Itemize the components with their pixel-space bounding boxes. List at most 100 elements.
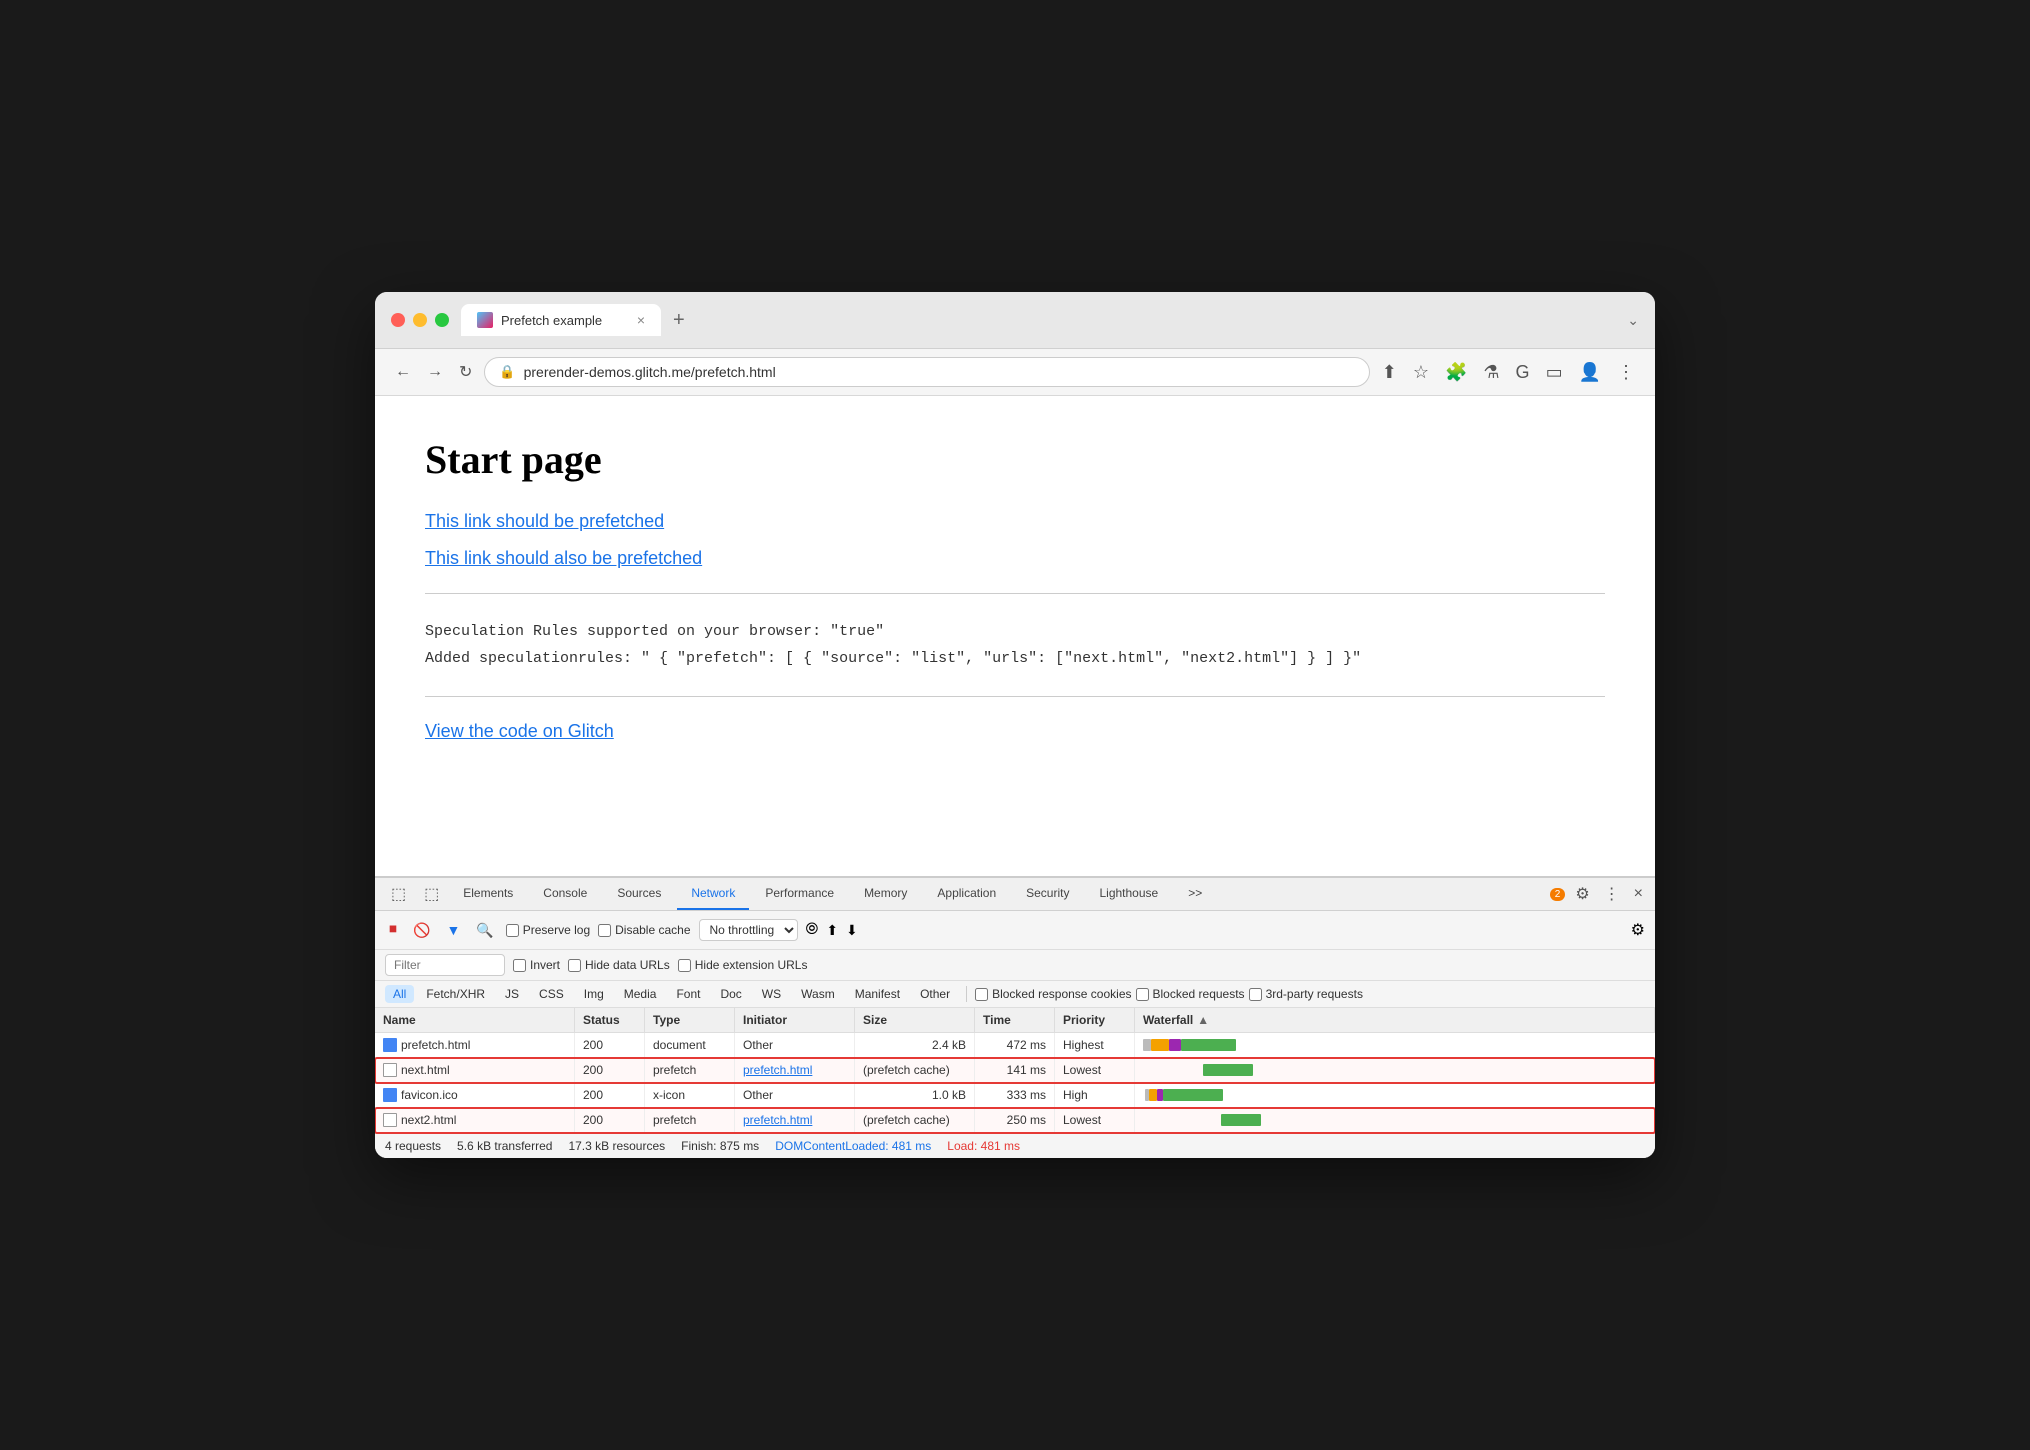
devtools-inspect-icon[interactable]: ⬚ bbox=[383, 878, 414, 910]
filter-type-wasm[interactable]: Wasm bbox=[793, 985, 843, 1003]
waterfall-bars bbox=[1143, 1114, 1263, 1126]
search-button[interactable]: 🔍 bbox=[472, 918, 497, 943]
tab-lighthouse[interactable]: Lighthouse bbox=[1085, 878, 1172, 910]
import-down-icon[interactable]: ⬇ bbox=[846, 922, 858, 939]
view-code-link[interactable]: View the code on Glitch bbox=[425, 721, 1605, 742]
sidebar-icon[interactable]: ▭ bbox=[1542, 358, 1567, 387]
tab-memory[interactable]: Memory bbox=[850, 878, 921, 910]
col-status[interactable]: Status bbox=[575, 1008, 645, 1032]
filter-type-js[interactable]: JS bbox=[497, 985, 527, 1003]
row-initiator-cell[interactable]: prefetch.html bbox=[735, 1058, 855, 1082]
blocked-requests-checkbox[interactable]: Blocked requests bbox=[1136, 987, 1245, 1001]
tab-more[interactable]: >> bbox=[1174, 878, 1216, 910]
refresh-button[interactable]: ↻ bbox=[455, 358, 476, 386]
table-row[interactable]: next2.html 200 prefetch prefetch.html (p… bbox=[375, 1108, 1655, 1133]
wf-segment bbox=[1203, 1064, 1253, 1076]
tab-close-icon[interactable]: × bbox=[637, 312, 645, 328]
filter-type-media[interactable]: Media bbox=[616, 985, 665, 1003]
tab-sources[interactable]: Sources bbox=[603, 878, 675, 910]
devtools-settings-icon[interactable]: ⚙ bbox=[1571, 880, 1593, 908]
row-initiator-cell[interactable]: prefetch.html bbox=[735, 1108, 855, 1132]
url-bar[interactable]: 🔒 prerender-demos.glitch.me/prefetch.htm… bbox=[484, 357, 1369, 387]
col-type[interactable]: Type bbox=[645, 1008, 735, 1032]
col-name[interactable]: Name bbox=[375, 1008, 575, 1032]
col-waterfall[interactable]: Waterfall ▲ bbox=[1135, 1008, 1655, 1032]
blocked-cookies-checkbox[interactable]: Blocked response cookies bbox=[975, 987, 1131, 1001]
lab-icon[interactable]: ⚗ bbox=[1479, 358, 1503, 387]
hide-data-urls-checkbox[interactable]: Hide data URLs bbox=[568, 958, 670, 972]
close-button[interactable] bbox=[391, 313, 405, 327]
tab-security[interactable]: Security bbox=[1012, 878, 1083, 910]
col-size[interactable]: Size bbox=[855, 1008, 975, 1032]
tab-console[interactable]: Console bbox=[529, 878, 601, 910]
row-initiator-cell: Other bbox=[735, 1083, 855, 1107]
extensions-icon[interactable]: 🧩 bbox=[1441, 358, 1471, 387]
google-icon[interactable]: G bbox=[1512, 358, 1534, 387]
title-bar: Prefetch example × + ⌄ bbox=[375, 292, 1655, 349]
browser-menu-icon[interactable]: ⋮ bbox=[1613, 358, 1639, 387]
col-priority[interactable]: Priority bbox=[1055, 1008, 1135, 1032]
tab-network[interactable]: Network bbox=[677, 878, 749, 910]
prefetch-link-2[interactable]: This link should also be prefetched bbox=[425, 548, 1605, 569]
third-party-checkbox[interactable]: 3rd-party requests bbox=[1249, 987, 1363, 1001]
filter-input[interactable] bbox=[385, 954, 505, 976]
stop-recording-button[interactable]: ⏹ bbox=[385, 917, 401, 943]
table-row[interactable]: prefetch.html 200 document Other 2.4 kB … bbox=[375, 1033, 1655, 1058]
filter-type-other[interactable]: Other bbox=[912, 985, 958, 1003]
hide-extension-urls-checkbox[interactable]: Hide extension URLs bbox=[678, 958, 808, 972]
filter-type-doc[interactable]: Doc bbox=[712, 985, 749, 1003]
row-name-cell: favicon.ico bbox=[375, 1083, 575, 1107]
import-up-icon[interactable]: ⬆ bbox=[826, 922, 838, 939]
preserve-log-checkbox[interactable]: Preserve log bbox=[506, 923, 590, 937]
bookmark-icon[interactable]: ☆ bbox=[1409, 358, 1433, 387]
filter-type-ws[interactable]: WS bbox=[754, 985, 789, 1003]
devtools-menu-icon[interactable]: ⋮ bbox=[1600, 880, 1624, 908]
share-icon[interactable]: ⬆ bbox=[1378, 358, 1401, 387]
table-row[interactable]: next.html 200 prefetch prefetch.html (pr… bbox=[375, 1058, 1655, 1083]
filter-type-manifest[interactable]: Manifest bbox=[847, 985, 908, 1003]
row-priority-cell: Lowest bbox=[1055, 1108, 1135, 1132]
filter-type-fetch[interactable]: Fetch/XHR bbox=[418, 985, 493, 1003]
speculation-rules-line1: Speculation Rules supported on your brow… bbox=[425, 618, 1605, 645]
table-row[interactable]: favicon.ico 200 x-icon Other 1.0 kB 333 … bbox=[375, 1083, 1655, 1108]
tab-application[interactable]: Application bbox=[923, 878, 1010, 910]
filter-type-css[interactable]: CSS bbox=[531, 985, 572, 1003]
new-tab-button[interactable]: + bbox=[665, 305, 693, 336]
row-initiator-cell: Other bbox=[735, 1033, 855, 1057]
maximize-button[interactable] bbox=[435, 313, 449, 327]
wf-segment bbox=[1181, 1039, 1236, 1051]
disable-cache-checkbox[interactable]: Disable cache bbox=[598, 923, 690, 937]
minimize-button[interactable] bbox=[413, 313, 427, 327]
devtools-device-icon[interactable]: ⬚ bbox=[416, 878, 447, 910]
filter-type-all[interactable]: All bbox=[385, 985, 414, 1003]
throttle-control[interactable]: No throttling bbox=[699, 919, 798, 941]
finish-time: Finish: 875 ms bbox=[681, 1139, 759, 1153]
browser-toolbar-icons: ⬆ ☆ 🧩 ⚗ G ▭ 👤 ⋮ bbox=[1378, 358, 1639, 387]
invert-checkbox[interactable]: Invert bbox=[513, 958, 560, 972]
filter-type-img[interactable]: Img bbox=[576, 985, 612, 1003]
doc-icon bbox=[383, 1088, 397, 1102]
prefetch-link-1[interactable]: This link should be prefetched bbox=[425, 511, 1605, 532]
network-settings-icon[interactable]: ⚙ bbox=[1631, 920, 1645, 940]
network-status-bar: 4 requests 5.6 kB transferred 17.3 kB re… bbox=[375, 1133, 1655, 1158]
tab-performance[interactable]: Performance bbox=[751, 878, 848, 910]
row-priority-cell: Lowest bbox=[1055, 1058, 1135, 1082]
wf-segment bbox=[1151, 1039, 1169, 1051]
tab-elements[interactable]: Elements bbox=[449, 878, 527, 910]
filter-button[interactable]: ▼ bbox=[442, 918, 464, 942]
devtools-toolbar-icons: 2 ⚙ ⋮ × bbox=[1550, 880, 1647, 908]
col-time[interactable]: Time bbox=[975, 1008, 1055, 1032]
throttle-select[interactable]: No throttling bbox=[699, 919, 798, 941]
active-tab[interactable]: Prefetch example × bbox=[461, 304, 661, 336]
back-button[interactable]: ← bbox=[391, 359, 415, 385]
devtools-close-icon[interactable]: × bbox=[1630, 881, 1647, 907]
wf-segment bbox=[1149, 1089, 1157, 1101]
row-name-cell: next.html bbox=[375, 1058, 575, 1082]
profile-icon[interactable]: 👤 bbox=[1575, 358, 1605, 387]
tab-list-icon[interactable]: ⌄ bbox=[1627, 312, 1639, 329]
row-status-cell: 200 bbox=[575, 1058, 645, 1082]
filter-type-font[interactable]: Font bbox=[668, 985, 708, 1003]
clear-button[interactable]: 🚫 bbox=[409, 918, 434, 943]
forward-button[interactable]: → bbox=[423, 359, 447, 385]
col-initiator[interactable]: Initiator bbox=[735, 1008, 855, 1032]
